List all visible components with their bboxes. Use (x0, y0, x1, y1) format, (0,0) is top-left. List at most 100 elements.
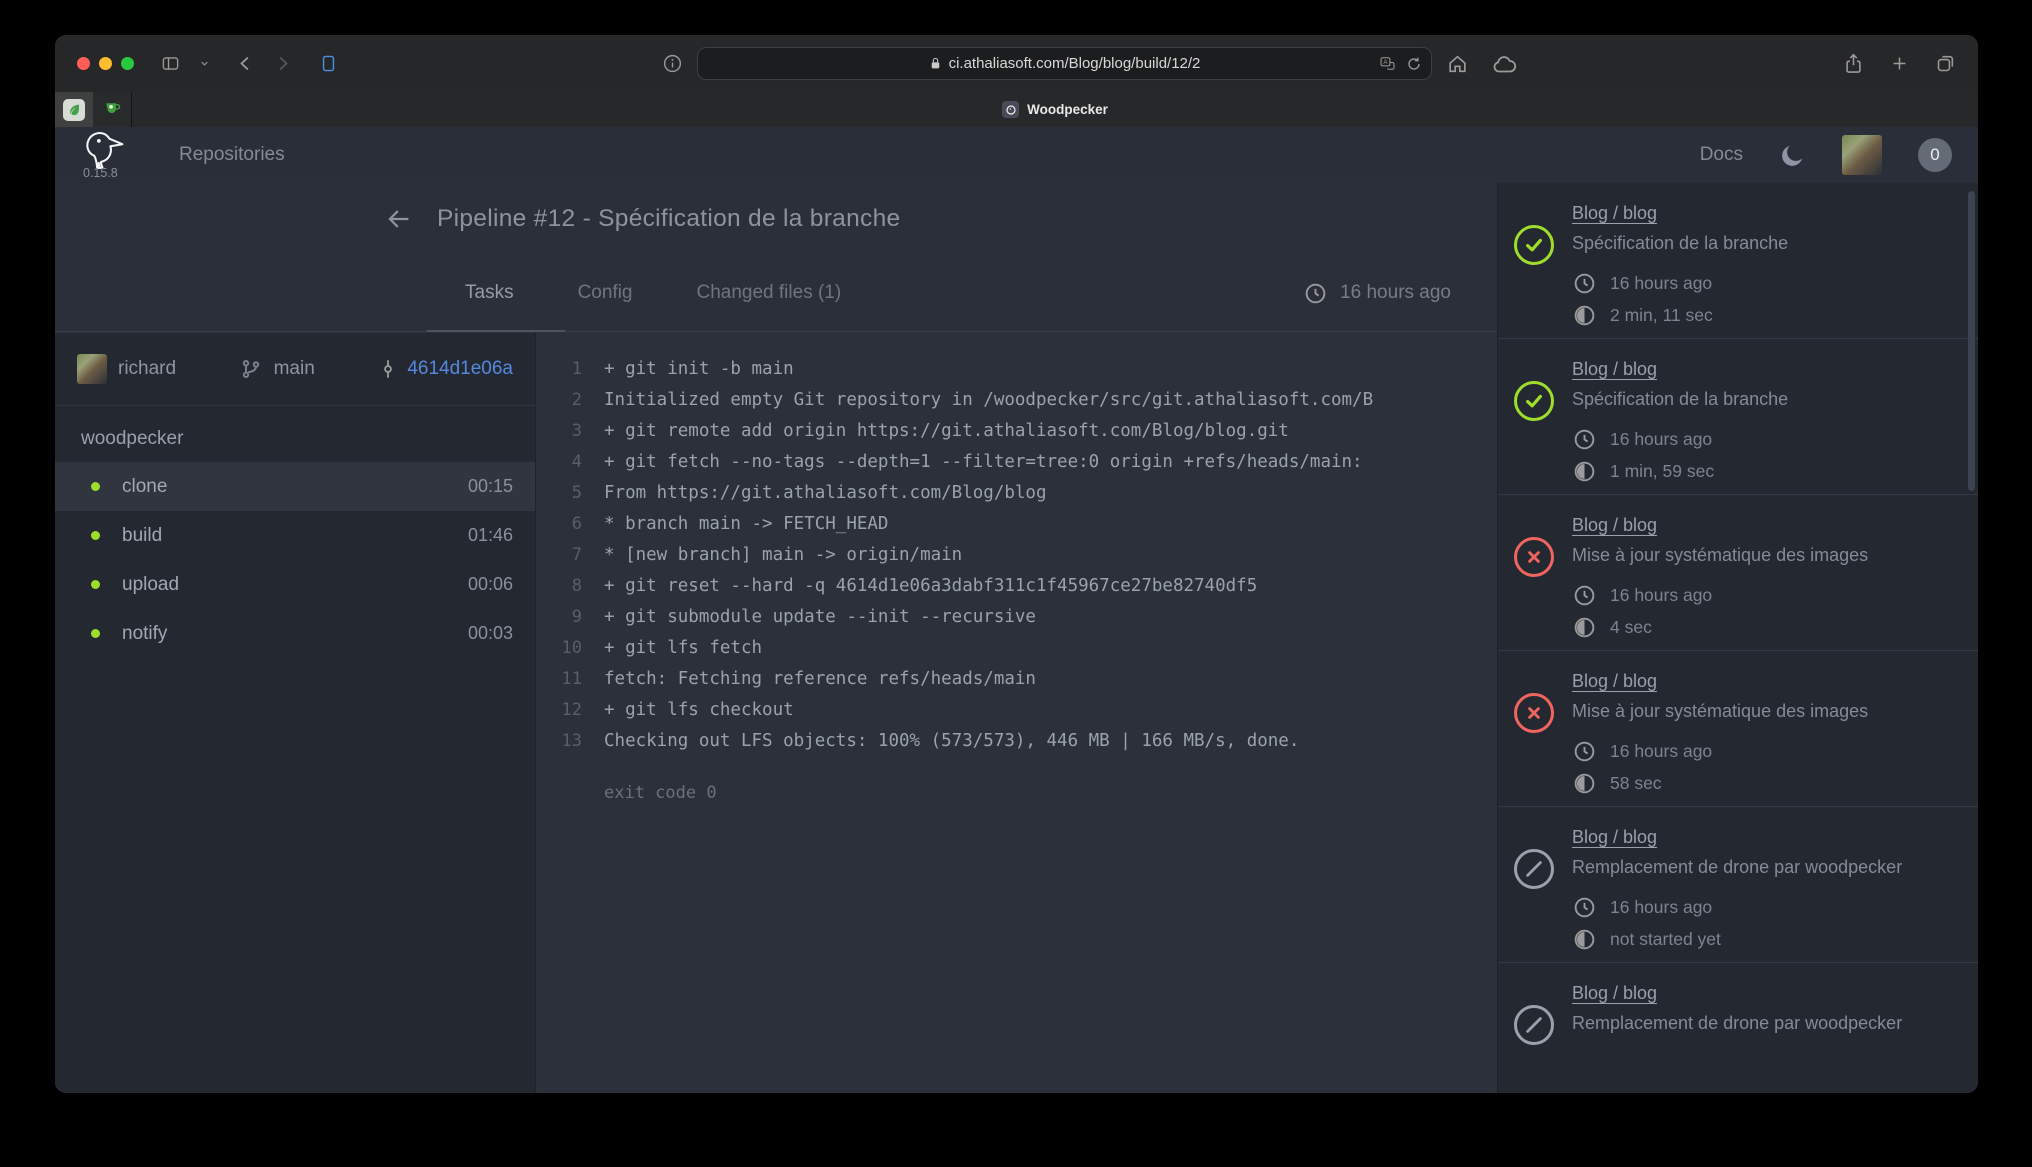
step-build[interactable]: build01:46 (55, 511, 535, 560)
git-branch-icon (239, 357, 263, 381)
duration-icon (1572, 303, 1597, 328)
zoom-window-button[interactable] (121, 57, 134, 70)
feed-pipeline-entry[interactable]: Blog / blog Remplacement de drone par woo… (1498, 807, 1978, 963)
nav-docs-link[interactable]: Docs (1700, 144, 1743, 166)
feed-pipeline-entry[interactable]: Blog / blogSpécification de la branche16… (1498, 339, 1978, 495)
clock-icon (1572, 895, 1597, 920)
clock-icon (1572, 583, 1597, 608)
feed-time: 16 hours ago (1572, 739, 1962, 764)
pipeline-feed: Blog / blogSpécification de la branche16… (1497, 183, 1978, 1093)
step-notify[interactable]: notify00:03 (55, 609, 535, 658)
tab-tasks[interactable]: Tasks (465, 282, 514, 304)
close-window-button[interactable] (77, 57, 90, 70)
log-line-text: From https://git.athaliasoft.com/Blog/bl… (582, 483, 1047, 503)
info-icon[interactable] (662, 53, 683, 74)
reading-list-page-icon[interactable] (320, 53, 337, 74)
woodpecker-logo[interactable]: 0.15.8 (81, 131, 125, 180)
duration-icon (1572, 615, 1597, 640)
pipeline-created: 16 hours ago (1303, 281, 1451, 306)
tab-config[interactable]: Config (578, 282, 633, 304)
log-line: 3+ git remote add origin https://git.ath… (536, 415, 1497, 446)
notification-badge[interactable]: 0 (1918, 138, 1952, 172)
git-commit-icon (377, 358, 399, 380)
step-upload[interactable]: upload00:06 (55, 560, 535, 609)
feed-scrollbar[interactable] (1968, 191, 1975, 491)
tab-overview-icon[interactable] (1935, 53, 1956, 74)
pipeline-tabs: Tasks Config Changed files (1) 16 hours ag… (55, 255, 1497, 332)
log-line-text: + git submodule update --init --recursiv… (582, 607, 1036, 627)
nav-repositories-link[interactable]: Repositories (179, 144, 285, 166)
commit-link[interactable]: 4614d1e06a (377, 358, 513, 380)
dark-mode-moon-icon[interactable] (1779, 142, 1806, 169)
feed-commit-message: Mise à jour systématique des images (1572, 545, 1962, 566)
author-avatar (77, 354, 107, 384)
feed-duration: 1 min, 59 sec (1572, 459, 1962, 484)
chevron-down-icon[interactable] (199, 58, 210, 69)
build-author: richard (77, 354, 176, 384)
log-line: 9+ git submodule update --init --recursi… (536, 601, 1497, 632)
feed-duration: not started yet (1572, 927, 1962, 952)
feed-pipeline-entry[interactable]: Blog / blogMise à jour systématique des … (1498, 651, 1978, 807)
log-line-text: + git reset --hard -q 4614d1e06a3dabf311… (582, 576, 1257, 596)
feed-repo-link[interactable]: Blog / blog (1572, 983, 1962, 1004)
user-avatar[interactable] (1842, 135, 1882, 175)
log-line-text: + git lfs checkout (582, 700, 794, 720)
log-line-text: + git fetch --no-tags --depth=1 --filter… (582, 452, 1363, 472)
log-line-number: 9 (536, 607, 582, 627)
new-tab-icon[interactable] (1890, 54, 1909, 73)
clock-icon (1303, 281, 1328, 306)
teacup-favicon-icon (104, 100, 121, 120)
cloud-icon[interactable] (1491, 53, 1518, 75)
feed-pipeline-entry[interactable]: Blog / blog Mise à jour systématique des … (1498, 495, 1978, 651)
reload-icon[interactable] (1406, 56, 1422, 72)
home-icon[interactable] (1446, 53, 1469, 75)
step-status-dot (91, 531, 100, 540)
tab-changed-files-1-[interactable]: Changed files (1) (697, 282, 842, 304)
workflow-name: woodpecker (55, 406, 535, 462)
sidebar-toggle-icon[interactable] (160, 54, 181, 73)
log-line-number: 3 (536, 421, 582, 441)
tab-title: Woodpecker (1027, 102, 1108, 117)
log-line: 11fetch: Fetching reference refs/heads/m… (536, 663, 1497, 694)
feed-commit-message: Remplacement de drone par woodpecker (1572, 857, 1962, 878)
feed-repo-link[interactable]: Blog / blog (1572, 827, 1962, 848)
pinned-tab-2[interactable] (93, 92, 131, 127)
feed-repo-link[interactable]: Blog / blog (1572, 515, 1962, 536)
back-arrow-icon[interactable] (385, 205, 413, 233)
forward-button[interactable] (273, 54, 292, 73)
status-failure-icon (1514, 537, 1554, 577)
share-icon[interactable] (1843, 52, 1864, 75)
log-line-text: + git init -b main (582, 359, 794, 379)
step-status-dot (91, 580, 100, 589)
translate-icon[interactable]: A (1379, 56, 1396, 71)
log-line-number: 13 (536, 731, 582, 751)
step-clone[interactable]: clone00:15 (55, 462, 535, 511)
address-bar[interactable]: ci.athaliasoft.com/Blog/blog/build/12/2 … (697, 47, 1432, 80)
feed-pipeline-entry[interactable]: Blog / blogSpécification de la branche16… (1498, 183, 1978, 339)
duration-icon (1572, 771, 1597, 796)
feed-pipeline-entry[interactable]: Blog / blogRemplacement de drone par woo… (1498, 963, 1978, 1093)
log-line: 7* [new branch] main -> origin/main (536, 539, 1497, 570)
feed-repo-link[interactable]: Blog / blog (1572, 671, 1962, 692)
status-skipped-icon (1514, 849, 1554, 889)
tab-woodpecker[interactable]: Woodpecker (131, 92, 1978, 127)
feed-repo-link[interactable]: Blog / blog (1572, 359, 1962, 380)
pipeline-title: Pipeline #12 - Spécification de la branc… (437, 205, 900, 233)
feed-time: 16 hours ago (1572, 583, 1962, 608)
status-success-icon (1514, 225, 1554, 265)
minimize-window-button[interactable] (99, 57, 112, 70)
step-status-dot (91, 482, 100, 491)
svg-text:A: A (1383, 59, 1388, 66)
log-line-number: 7 (536, 545, 582, 565)
back-button[interactable] (236, 54, 255, 73)
status-skipped-icon (1514, 1005, 1554, 1045)
step-duration: 00:03 (468, 623, 513, 644)
log-line: 2Initialized empty Git repository in /wo… (536, 384, 1497, 415)
feed-time: 16 hours ago (1572, 427, 1962, 452)
pinned-tab-1[interactable] (55, 92, 93, 127)
feed-repo-link[interactable]: Blog / blog (1572, 203, 1962, 224)
woodpecker-app: 0.15.8 Repositories Docs 0 Pipeline #12 … (55, 127, 1978, 1093)
clock-icon (1572, 271, 1597, 296)
active-tab-indicator (427, 330, 565, 332)
feed-duration: 2 min, 11 sec (1572, 303, 1962, 328)
